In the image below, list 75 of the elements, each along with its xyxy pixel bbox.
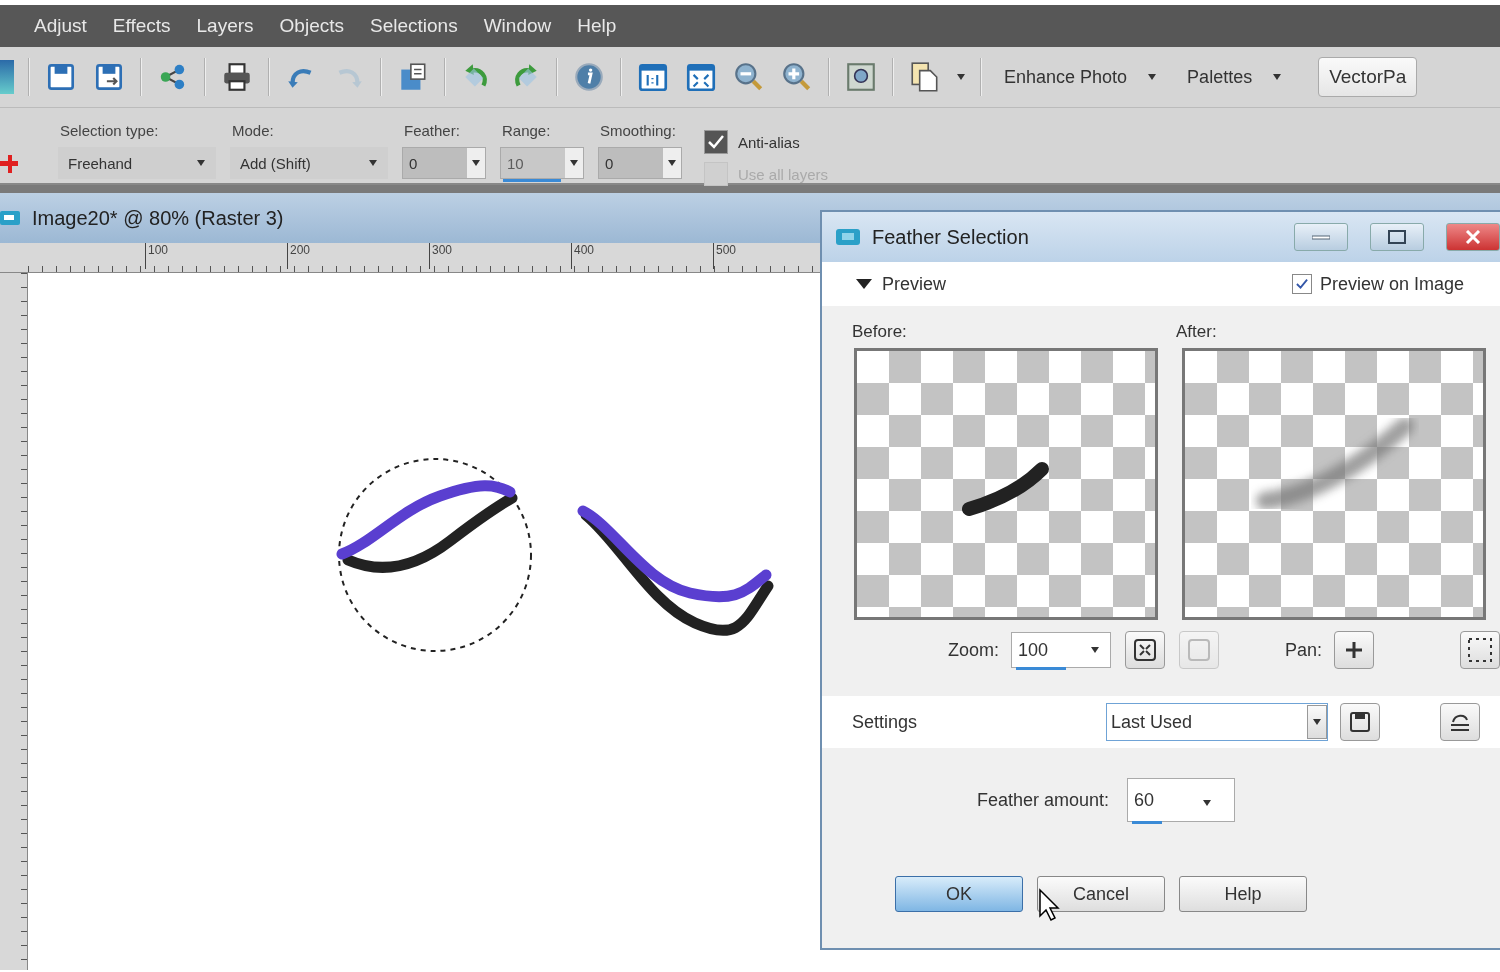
before-label: Before:	[852, 322, 908, 342]
field-label: Mode:	[231, 122, 275, 139]
menu-item[interactable]: Objects	[279, 15, 344, 37]
ruler-label: 100	[145, 243, 287, 269]
checkbox-label: Anti-alias	[738, 133, 800, 151]
save-icon	[1348, 710, 1372, 734]
reset-button[interactable]	[1440, 703, 1480, 741]
dotted-square-icon	[1466, 636, 1495, 664]
toolbar-dropdown[interactable]: Palettes	[1179, 66, 1291, 88]
fit-window-icon	[1133, 638, 1157, 662]
close-icon	[1465, 230, 1481, 244]
field-label: Smoothing:	[599, 122, 677, 139]
caret-icon	[1147, 74, 1158, 80]
close-button[interactable]	[1446, 223, 1500, 251]
tool-icon	[0, 152, 18, 176]
image-icon	[0, 209, 22, 227]
checkmark-icon	[1293, 276, 1310, 292]
selection-button[interactable]	[1460, 631, 1500, 669]
plus-icon	[1344, 640, 1365, 660]
pan-button[interactable]	[1334, 631, 1375, 669]
zoom-field[interactable]: 100	[1011, 632, 1111, 668]
menu-item[interactable]: Layers	[196, 15, 254, 37]
caret-icon	[1202, 799, 1213, 806]
feather-amount-field[interactable]: 60	[1127, 778, 1236, 822]
square-icon	[1187, 638, 1211, 662]
ruler-label: 300	[429, 243, 571, 269]
caret-icon	[667, 160, 677, 166]
view-icon[interactable]	[844, 60, 878, 94]
dialog-button[interactable]: Cancel	[1037, 876, 1165, 912]
caret-icon	[368, 160, 378, 166]
settings-label: Settings	[852, 711, 919, 733]
spin-field[interactable]: 0	[598, 147, 682, 179]
maximize-icon	[1388, 230, 1406, 244]
caret-icon	[956, 74, 966, 80]
zoom-label: Zoom:	[948, 639, 999, 661]
menu-item[interactable]: Selections	[370, 15, 458, 37]
fit-button[interactable]	[1125, 631, 1165, 669]
ruler-label: 400	[571, 243, 713, 269]
spin-field[interactable]: 0	[402, 147, 486, 179]
ruler-label: 200	[287, 243, 429, 269]
caret-icon	[569, 160, 579, 166]
app-icon	[836, 227, 862, 247]
image-window-title: Image20* @ 80% (Raster 3)	[32, 206, 284, 230]
checkbox[interactable]	[704, 130, 728, 154]
caret-icon	[1090, 647, 1100, 653]
dialog-button[interactable]: Help	[1179, 876, 1307, 912]
menu-item[interactable]: Adjust	[34, 15, 87, 37]
dropdown[interactable]: Freehand	[58, 147, 216, 179]
field-label: Range:	[501, 122, 552, 139]
caret-icon	[1312, 719, 1322, 725]
checkbox[interactable]	[1291, 274, 1312, 294]
caret-icon	[1272, 74, 1283, 80]
dialog-button[interactable]: OK	[895, 876, 1023, 912]
menu-item[interactable]: Help	[577, 15, 617, 37]
preview-toggle[interactable]: Preview	[856, 273, 1292, 295]
caret-icon	[196, 160, 206, 166]
settings-dropdown[interactable]: Last Used	[1106, 703, 1328, 741]
menu-item[interactable]: Effects	[112, 15, 171, 37]
minimize-icon	[1312, 234, 1330, 240]
feather-amount-label: Feather amount:	[976, 789, 1110, 811]
menu-item[interactable]: Window	[483, 15, 552, 37]
caret-icon	[471, 160, 481, 166]
checkbox-label: Preview on Image	[1319, 273, 1464, 295]
info-icon[interactable]	[572, 60, 606, 94]
mouse-cursor-icon	[1038, 888, 1060, 922]
field-label: Feather:	[403, 122, 461, 139]
pan-label: Pan:	[1285, 639, 1323, 661]
field-label: Selection type:	[59, 122, 160, 139]
after-label: After:	[1176, 322, 1218, 342]
save-preset-button[interactable]	[1340, 703, 1380, 741]
toolbar-dropdown[interactable]: Enhance Photo	[996, 66, 1166, 88]
dropdown[interactable]: Add (Shift)	[230, 147, 388, 179]
toolbar-button[interactable]: VectorPa	[1318, 57, 1418, 97]
maximize-button[interactable]	[1370, 223, 1424, 251]
dialog-title: Feather Selection	[872, 225, 1030, 249]
